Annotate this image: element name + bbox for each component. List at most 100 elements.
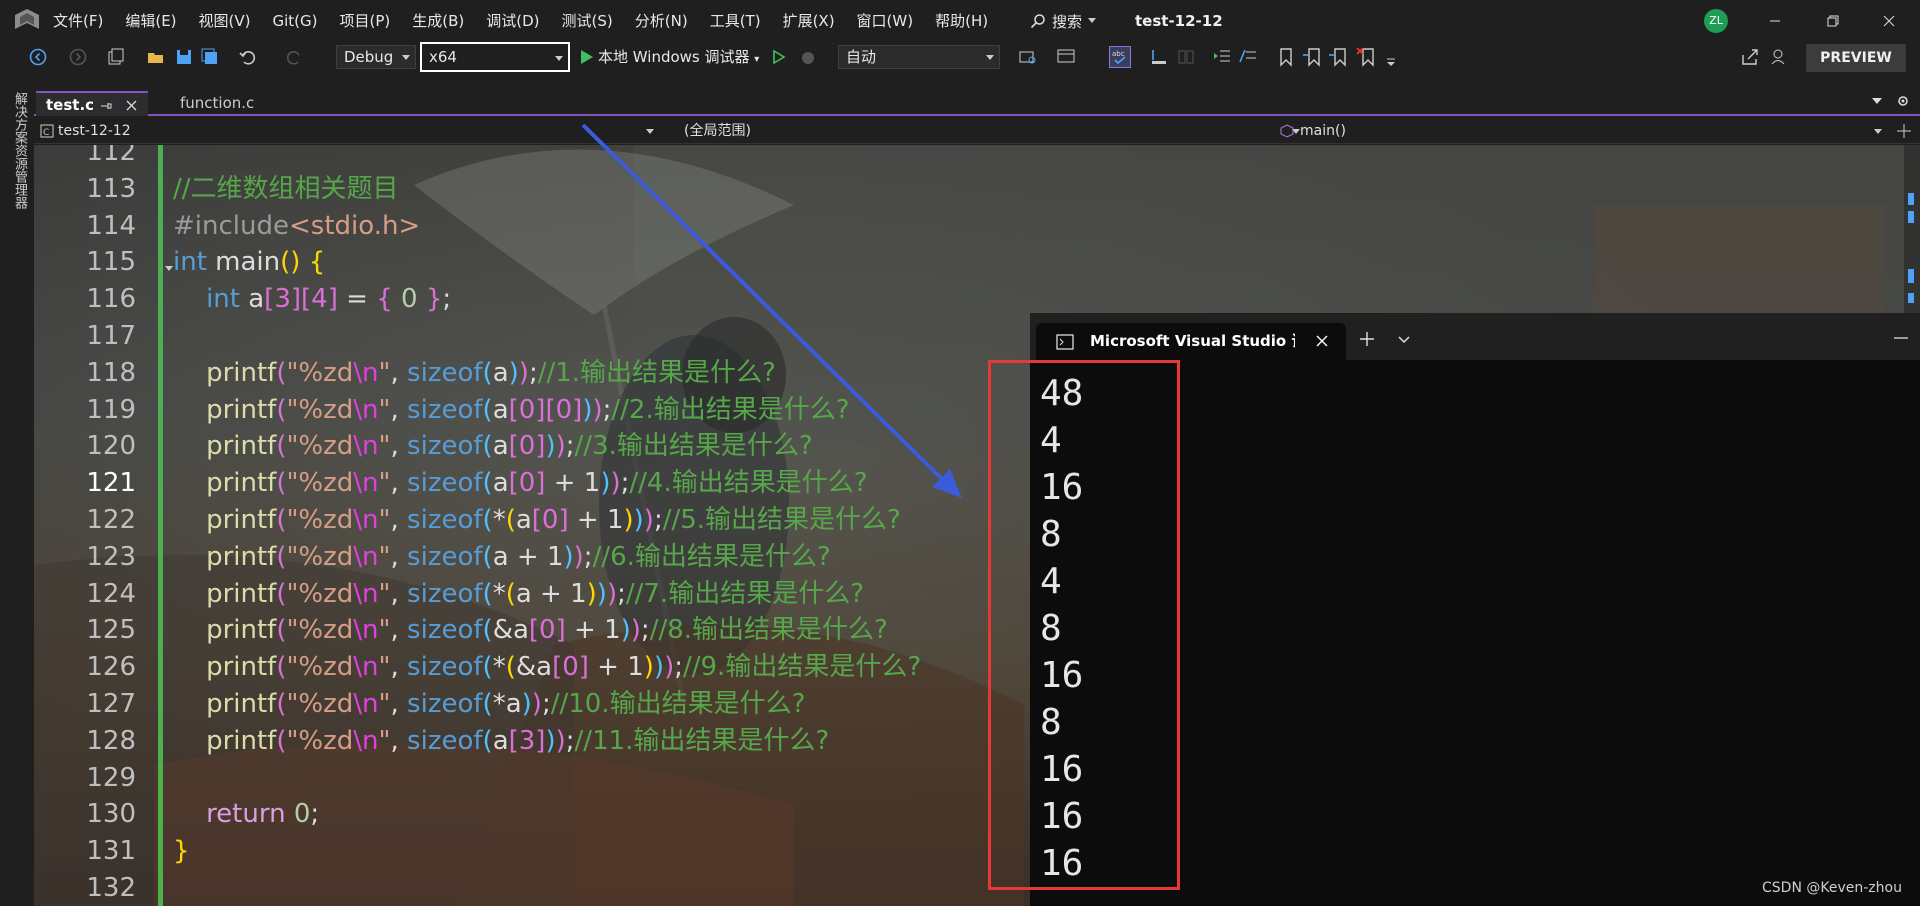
start-debugger-button[interactable]: 本地 Windows 调试器 ▾ [598, 45, 759, 72]
clear-bookmarks-icon[interactable] [1356, 47, 1376, 67]
menu-item[interactable]: 文件(F) [42, 0, 114, 42]
save-icon[interactable] [174, 47, 194, 67]
code-token: ) [664, 652, 675, 683]
pin-icon[interactable] [100, 100, 112, 112]
feedback-icon[interactable] [1770, 47, 1790, 67]
chevron-down-icon[interactable] [1396, 331, 1412, 347]
save-all-icon[interactable] [200, 47, 220, 67]
scope-dropdown[interactable]: (全局范围) [684, 118, 1304, 144]
code-token: ( [482, 689, 493, 719]
code-token: ) [606, 578, 618, 609]
menu-item[interactable]: 测试(S) [551, 0, 624, 42]
code-token: "%zd [286, 689, 354, 719]
collapse-icon[interactable] [164, 263, 174, 273]
solution-explorer-tab[interactable]: 解决方案资源管理器 [11, 92, 27, 209]
restore-window-button[interactable] [1808, 0, 1858, 42]
hot-reload-icon[interactable] [798, 47, 818, 67]
code-token: * [492, 505, 506, 535]
spell-check-icon[interactable]: abc [1109, 46, 1131, 68]
code-token: ) [596, 578, 607, 609]
project-dropdown[interactable]: C test-12-12 [38, 118, 658, 144]
code-token: a [492, 468, 509, 499]
platform-dropdown[interactable]: x64 [420, 42, 570, 72]
layout-icon[interactable] [1056, 47, 1076, 67]
new-project-icon[interactable] [106, 47, 126, 67]
code-token: 0 [392, 284, 426, 315]
code-token: a [492, 431, 509, 462]
start-without-debugging-icon[interactable] [768, 47, 788, 67]
browse-icon[interactable] [1018, 47, 1038, 67]
menu-item[interactable]: 工具(T) [699, 0, 772, 42]
settings-gear-icon[interactable] [1896, 94, 1910, 108]
step-over-icon[interactable] [1176, 47, 1196, 67]
code-token: ( [276, 468, 287, 499]
close-window-button[interactable] [1864, 0, 1914, 42]
code-token: sizeof [407, 652, 483, 683]
menu-item[interactable]: 项目(P) [329, 0, 402, 42]
line-number: 129 [86, 762, 136, 793]
live-share-icon[interactable] [1740, 47, 1760, 67]
next-bookmark-icon[interactable] [1328, 47, 1348, 67]
toolbar-options-icon[interactable] [1382, 51, 1402, 71]
configuration-dropdown[interactable]: Debug [336, 45, 416, 69]
code-token: printf [206, 615, 277, 646]
annotation-red-box [988, 360, 1180, 890]
code-token: \n [353, 725, 379, 756]
user-avatar[interactable]: ZL [1704, 9, 1728, 33]
project-name: test-12-12 [58, 123, 131, 139]
redo-icon[interactable] [284, 47, 304, 67]
split-editor-icon[interactable] [1896, 123, 1912, 139]
undo-icon[interactable] [238, 47, 258, 67]
tab-test-c[interactable]: test.c [36, 91, 148, 116]
menu-item[interactable]: 编辑(E) [114, 0, 187, 42]
navigate-forward-icon[interactable] [68, 47, 88, 67]
member-dropdown[interactable]: main() [1280, 118, 1920, 144]
previous-bookmark-icon[interactable] [1302, 47, 1322, 67]
code-token: ; [565, 725, 575, 756]
menu-item[interactable]: 帮助(H) [924, 0, 999, 42]
tab-function-c[interactable]: function.c [170, 91, 264, 116]
start-debugging-icon[interactable] [576, 47, 596, 67]
code-token: //7.输出结果是什么? [625, 578, 865, 609]
menu-item[interactable]: 生成(B) [401, 0, 475, 42]
step-into-icon[interactable] [1148, 47, 1168, 67]
menu-item[interactable]: 调试(D) [475, 0, 550, 42]
code-token: , [390, 578, 408, 609]
menu-item[interactable]: Git(G) [262, 0, 329, 42]
code-text: printf("%zd\n", sizeof(&a[0] + 1));//8.输… [173, 612, 888, 648]
code-token: } [425, 284, 443, 315]
minimize-window-button[interactable] [1750, 0, 1800, 42]
code-token: #include [173, 210, 289, 241]
code-token: ; [310, 799, 320, 830]
code-token: & [515, 652, 537, 683]
comment-icon[interactable] [1238, 47, 1258, 67]
minimize-icon[interactable] [1892, 331, 1910, 345]
bookmark-icon[interactable] [1276, 47, 1296, 67]
navigate-back-icon[interactable] [28, 47, 48, 67]
line-number: 115 [86, 247, 136, 278]
close-tab-icon[interactable] [1314, 333, 1330, 349]
code-token: " [378, 468, 391, 499]
new-tab-plus-icon[interactable] [1358, 330, 1376, 348]
menu-item[interactable]: 分析(N) [624, 0, 699, 42]
code-text: printf("%zd\n", sizeof(a));//1.输出结果是什么? [173, 355, 776, 391]
code-token: ) [531, 689, 542, 719]
tab-list-dropdown-icon[interactable] [1872, 98, 1882, 105]
code-token: ) [620, 615, 631, 646]
indent-icon[interactable] [1212, 47, 1232, 67]
preview-button[interactable]: PREVIEW [1806, 44, 1906, 72]
code-token: ( [482, 615, 493, 646]
open-folder-icon[interactable] [146, 47, 166, 67]
code-token: int [173, 247, 207, 278]
run-mode-dropdown[interactable]: 自动 [838, 45, 1000, 69]
console-tab[interactable]: Microsoft Visual Studio 调试控制台 [1036, 323, 1346, 360]
menu-item[interactable]: 视图(V) [188, 0, 262, 42]
menu-item[interactable]: 扩展(X) [772, 0, 846, 42]
code-token: //二维数组相关题目 [173, 173, 399, 204]
search-box[interactable]: 搜索 [1030, 8, 1097, 34]
menu-item[interactable]: 窗口(W) [846, 0, 925, 42]
code-token: sizeof [407, 541, 483, 572]
close-tab-icon[interactable] [126, 100, 137, 111]
